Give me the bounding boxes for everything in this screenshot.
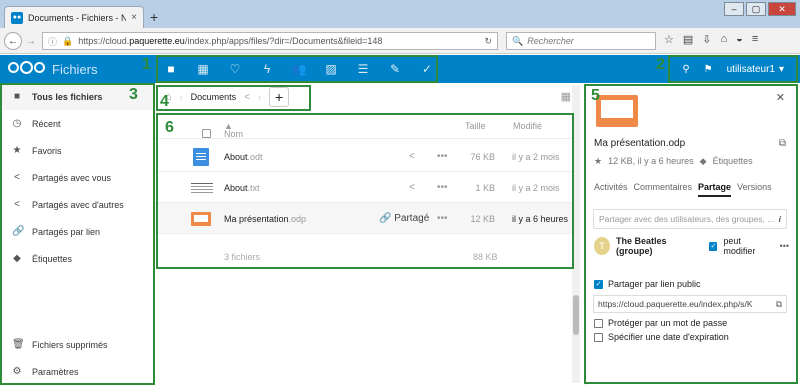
info-icon[interactable]: ⓘ	[48, 35, 57, 48]
browser-toolbar-icons: ☆ ▤ ⇩ ⌂ ◒ ≡	[664, 33, 758, 46]
annotation-label-5: 5	[591, 87, 600, 104]
reading-list-icon[interactable]: ▤	[683, 33, 693, 46]
search-placeholder: Rechercher	[527, 36, 574, 46]
pocket-icon[interactable]: ◒	[736, 33, 743, 46]
search-icon: 🔍	[512, 35, 524, 46]
close-tab-icon[interactable]: ×	[131, 12, 137, 23]
nextcloud-icon: ●●	[11, 11, 23, 24]
browser-tab[interactable]: ●● Documents - Fichiers - Nex... ×	[4, 6, 144, 28]
window-close-button[interactable]: ✕	[768, 2, 796, 16]
url-host: paquerette.eu	[129, 36, 185, 46]
app-title: Fichiers	[52, 62, 98, 77]
url-prefix: https://cloud.	[78, 36, 130, 46]
url-path: /index.php/apps/files/?dir=/Documents&fi…	[184, 36, 383, 46]
annotation-label-2: 2	[656, 56, 665, 73]
annotation-label-1: 1	[142, 56, 151, 73]
bookmark-star-icon[interactable]: ☆	[664, 33, 674, 46]
lock-icon: 🔒	[62, 35, 74, 46]
tab-title: Documents - Fichiers - Nex...	[28, 12, 127, 23]
annotation-label-4: 4	[160, 93, 169, 110]
home-icon[interactable]: ⌂	[721, 33, 728, 46]
browser-navbar: ← → ⓘ 🔒 https://cloud.paquerette.eu/inde…	[0, 28, 800, 54]
annotation-box-5	[584, 84, 798, 384]
new-tab-button[interactable]: +	[150, 9, 158, 25]
url-bar[interactable]: ⓘ 🔒 https://cloud.paquerette.eu/index.ph…	[42, 32, 498, 50]
annotation-box-3	[0, 83, 155, 385]
annotation-box-6	[156, 113, 574, 269]
browser-tabbar: ●● Documents - Fichiers - Nex... × + – ▢…	[0, 0, 800, 28]
window-controls: – ▢ ✕	[724, 2, 796, 16]
annotation-label-3: 3	[129, 86, 138, 103]
annotation-box-1	[156, 55, 438, 83]
reload-icon[interactable]: ↻	[484, 36, 492, 47]
annotation-label-6: 6	[165, 119, 174, 136]
minimize-button[interactable]: –	[724, 2, 744, 16]
menu-icon[interactable]: ≡	[752, 33, 758, 46]
back-button[interactable]: ←	[4, 32, 22, 50]
forward-button[interactable]: →	[22, 32, 40, 50]
maximize-button[interactable]: ▢	[746, 2, 766, 16]
annotation-box-2	[668, 55, 798, 83]
nextcloud-logo-icon[interactable]	[8, 61, 45, 74]
annotation-box-4	[156, 85, 311, 111]
download-icon[interactable]: ⇩	[702, 33, 711, 46]
browser-search-input[interactable]: 🔍 Rechercher	[506, 32, 656, 50]
grid-view-icon[interactable]: ▦	[561, 90, 571, 103]
